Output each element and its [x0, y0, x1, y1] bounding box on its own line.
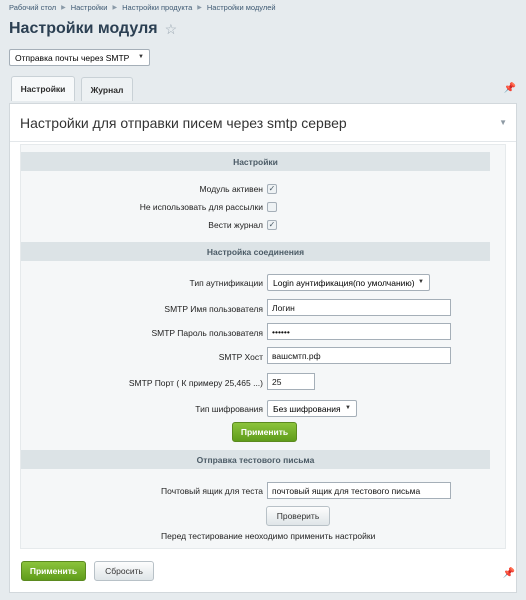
chevron-right-icon: ▶ [197, 5, 202, 11]
breadcrumb-link-desktop[interactable]: Рабочий стол [9, 3, 56, 12]
encryption-select[interactable]: Без шифрования ▼ [267, 400, 357, 417]
module-active-checkbox[interactable]: ✓ [267, 184, 277, 194]
smtp-port-label: SMTP Порт ( К примеру 25,465 ...) [128, 378, 263, 388]
auth-type-label: Тип аутнификации [189, 278, 264, 288]
auth-type-select[interactable]: Login аунтификация(по умолчанию) ▼ [267, 274, 430, 291]
breadcrumb-link-settings[interactable]: Настройки [71, 3, 108, 12]
checkmark-icon: ✓ [268, 220, 276, 229]
encryption-value: Без шифрования [273, 403, 341, 414]
no-mailing-checkbox[interactable] [267, 202, 277, 212]
panel-title: Настройки для отправки писем через smtp … [20, 114, 347, 131]
collapse-icon[interactable]: ▼ [499, 118, 507, 127]
smtp-user-input[interactable]: Логин [267, 299, 451, 316]
smtp-port-input[interactable]: 25 [267, 373, 315, 390]
section-header-settings: Настройки [21, 152, 490, 171]
page-title: Настройки модуля [9, 20, 158, 37]
title-row: Настройки модуля ☆ [9, 20, 177, 38]
pin-icon[interactable]: 📌 [503, 568, 515, 579]
checkmark-icon: ✓ [268, 184, 276, 193]
module-select[interactable]: Отправка почты через SMTP ▼ [9, 49, 150, 66]
smtp-password-label: SMTP Пароль пользователя [151, 328, 263, 338]
chevron-down-icon: ▼ [418, 279, 424, 285]
section-header-test: Отправка тестового письма [21, 450, 490, 469]
section-header-connection: Настройка соединения [21, 242, 490, 261]
smtp-user-label: SMTP Имя пользователя [164, 304, 263, 314]
pin-icon[interactable]: 📌 [504, 83, 516, 94]
log-checkbox[interactable]: ✓ [267, 220, 277, 230]
module-active-label: Модуль активен [199, 184, 263, 194]
chevron-down-icon: ▼ [138, 54, 144, 60]
reset-button[interactable]: Сбросить [94, 561, 154, 581]
panel-header: Настройки для отправки писем через smtp … [10, 104, 516, 142]
chevron-down-icon: ▼ [345, 405, 351, 411]
no-mailing-label: Не использовать для рассылки [139, 202, 263, 212]
footer-apply-button[interactable]: Применить [21, 561, 86, 581]
test-note: Перед тестирование неоходимо применить н… [161, 531, 376, 541]
breadcrumb-link-module-settings[interactable]: Настройки модулей [207, 3, 276, 12]
chevron-right-icon: ▶ [61, 5, 66, 11]
log-label: Вести журнал [208, 220, 263, 230]
star-icon[interactable]: ☆ [165, 21, 178, 38]
smtp-host-input[interactable]: вашсмтп.рф [267, 347, 451, 364]
check-button[interactable]: Проверить [266, 506, 330, 526]
tab-journal[interactable]: Журнал [81, 77, 133, 101]
encryption-label: Тип шифрования [195, 404, 263, 414]
test-mailbox-input[interactable]: почтовый ящик для тестового письма [267, 482, 451, 499]
module-select-value: Отправка почты через SMTP [15, 52, 130, 63]
connection-apply-button[interactable]: Применить [232, 422, 297, 442]
smtp-host-label: SMTP Хост [218, 352, 263, 362]
tab-settings[interactable]: Настройки [11, 76, 75, 101]
tab-bar: Настройки Журнал [11, 76, 133, 102]
chevron-right-icon: ▶ [112, 5, 118, 11]
breadcrumb: Рабочий стол ▶ Настройки ▶ Настройки про… [9, 3, 276, 12]
auth-type-value: Login аунтификация(по умолчанию) [273, 277, 415, 288]
breadcrumb-link-product-settings[interactable]: Настройки продукта [122, 3, 192, 12]
test-mailbox-label: Почтовый ящик для теста [161, 486, 263, 496]
smtp-password-input[interactable]: •••••• [267, 323, 451, 340]
